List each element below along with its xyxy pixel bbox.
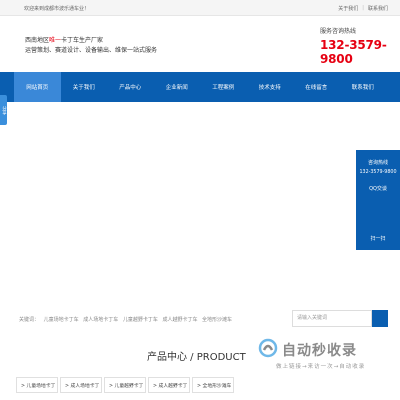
float-hotline-title: 咨询热线 [367,160,388,166]
banner-area [0,102,400,300]
keyword-link[interactable]: 儿童场地卡丁车 [44,317,79,323]
float-qq-link[interactable]: QQ交谈 [356,185,400,192]
share-tab[interactable]: 分享 [0,95,7,125]
nav-item-cases[interactable]: 工程案例 [200,72,247,102]
site-header: 西南地区唯一卡丁车生产厂家 运营策划、赛道设计、设备输出、维保一站式服务 服务咨… [0,16,400,72]
watermark-text: 自动秒收录 [282,343,357,359]
category-tab[interactable]: > 成人越野卡丁 [148,377,190,393]
keyword-link[interactable]: 儿童越野卡丁车 [123,317,158,323]
float-hotline-number: 132-3579-9800 [359,170,397,175]
nav-item-news[interactable]: 企业新闻 [154,72,201,102]
top-bar: 欢迎来到成都市波乐通车业！ 关于我们 | 联系我们 [0,0,400,16]
top-link-contact[interactable]: 联系我们 [368,5,388,12]
header-hotline: 服务咨询热线 132-3579-9800 [320,26,400,66]
slogan-prefix: 西南地区 [25,37,50,44]
hot-keywords: 关键词： 儿童场地卡丁车 成人场地卡丁车 儿童越野卡丁车 成人越野卡丁车 全地形… [19,316,235,323]
search-input[interactable]: 请输入关键词 [292,310,372,327]
main-nav: 网站首页 关于我们 产品中心 企业新闻 工程案例 技术支持 在线留言 联系我们 [0,72,400,102]
watermark-logo-icon [258,338,278,358]
welcome-text: 欢迎来到成都市波乐通车业！ [24,6,90,12]
slogan-suffix: 卡丁车生产厂家 [61,37,104,44]
keyword-link[interactable]: 成人越野卡丁车 [162,317,197,323]
category-tab[interactable]: > 全地形沙滩车 [192,377,234,393]
category-tab[interactable]: > 儿童越野卡丁 [104,377,146,393]
watermark-subtext: 做上链接→来访一次→自动收录 [276,364,366,370]
nav-item-contact[interactable]: 联系我们 [340,72,387,102]
keyword-link[interactable]: 全地形沙滩车 [202,317,232,323]
top-link-separator: | [362,5,364,11]
slogan-line-1: 西南地区唯一卡丁车生产厂家 [25,36,157,46]
watermark: 自动秒收录 做上链接→来访一次→自动收录 [258,338,388,378]
header-slogan: 西南地区唯一卡丁车生产厂家 运营策划、赛道设计、设备输出、维保一站式服务 [25,36,157,56]
product-category-tabs: > 儿童场地卡丁 > 成人场地卡丁 > 儿童越野卡丁 > 成人越野卡丁 > 全地… [16,377,236,393]
hotline-number: 132-3579-9800 [320,38,387,66]
keywords-label: 关键词： [19,317,40,323]
nav-item-message[interactable]: 在线留言 [293,72,340,102]
keyword-link[interactable]: 成人场地卡丁车 [83,317,118,323]
category-tab[interactable]: > 儿童场地卡丁 [16,377,58,393]
nav-item-support[interactable]: 技术支持 [247,72,294,102]
nav-item-about[interactable]: 关于我们 [61,72,108,102]
hotline-label: 服务咨询热线 [320,28,357,35]
search-row: 关键词： 儿童场地卡丁车 成人场地卡丁车 儿童越野卡丁车 成人越野卡丁车 全地形… [0,310,400,328]
floating-contact-panel: 咨询热线 132-3579-9800 QQ交谈 扫一扫 [356,150,400,250]
nav-item-products[interactable]: 产品中心 [107,72,154,102]
products-section-title: 产品中心 / PRODUCT [147,352,246,363]
category-tab[interactable]: > 成人场地卡丁 [60,377,102,393]
slogan-line-2: 运营策划、赛道设计、设备输出、维保一站式服务 [25,47,158,54]
float-scan-label: 扫一扫 [370,236,386,242]
slogan-highlight: 唯一 [49,37,62,44]
nav-item-home[interactable]: 网站首页 [14,72,61,102]
top-link-about[interactable]: 关于我们 [338,5,358,12]
top-links: 关于我们 | 联系我们 [334,5,388,12]
search-button[interactable] [372,310,388,327]
